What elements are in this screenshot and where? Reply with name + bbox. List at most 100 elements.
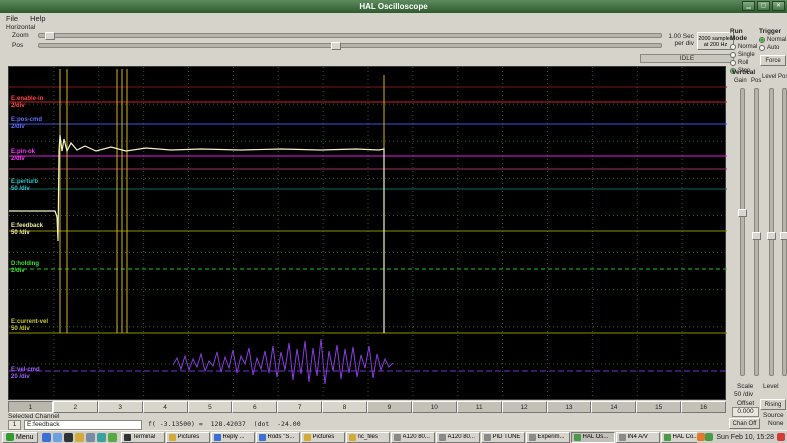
run-mode-normal[interactable]: Normal: [730, 43, 759, 51]
channel-button-1[interactable]: 1: [8, 401, 53, 413]
close-icon[interactable]: ✕: [772, 1, 785, 11]
channel-button-15[interactable]: 15: [636, 401, 682, 413]
channel-button-6[interactable]: 6: [232, 401, 278, 413]
taskbar-window-2[interactable]: Reply ...: [210, 431, 255, 443]
window-icon: [348, 433, 356, 441]
pos-slider-handle[interactable]: [331, 42, 342, 50]
menu-icon: [6, 433, 14, 441]
channel-button-3[interactable]: 3: [97, 401, 143, 413]
vertical-pos-slider[interactable]: [752, 88, 761, 376]
taskbar-window-7[interactable]: A120 80...: [435, 431, 480, 443]
selected-channel-number: 1: [8, 420, 21, 430]
channel-button-13[interactable]: 13: [546, 401, 592, 413]
files-launcher-icon[interactable]: [74, 432, 84, 442]
trigger-level-slider-handle[interactable]: [767, 232, 776, 240]
network-tray-icon[interactable]: [705, 433, 714, 441]
channel-button-2[interactable]: 2: [52, 401, 98, 413]
channel-button-10[interactable]: 10: [411, 401, 457, 413]
radio-icon: [759, 45, 765, 51]
zoom-label: Zoom: [12, 32, 29, 39]
email-launcher-icon[interactable]: [52, 432, 62, 442]
window-icon: [483, 433, 491, 441]
taskbar-window-8[interactable]: PID TUNE: [480, 431, 525, 443]
taskbar-window-3[interactable]: Rods "S...: [255, 431, 300, 443]
radio-icon: [730, 60, 736, 66]
zoom-slider[interactable]: [38, 32, 662, 40]
window-controls: ▁ ▢ ✕: [742, 1, 785, 11]
trigger-level-label: Level: [762, 74, 777, 80]
taskbar-window-10[interactable]: HAL Os...: [570, 431, 615, 443]
trigger-auto[interactable]: Auto: [759, 44, 787, 52]
trigger-pos-slider-handle[interactable]: [780, 232, 787, 240]
window-label: A120 80...: [402, 434, 430, 440]
notifications-tray-icon[interactable]: [777, 433, 785, 441]
titlebar[interactable]: HAL Oscilloscope ▁ ▢ ✕: [0, 0, 787, 13]
channel-name-field[interactable]: E:feedback: [24, 420, 142, 430]
gain-slider[interactable]: [738, 88, 747, 376]
run-mode-roll[interactable]: Roll: [730, 59, 759, 67]
terminal-launcher-icon[interactable]: [63, 432, 73, 442]
menu-help[interactable]: Help: [30, 13, 45, 24]
maximize-icon[interactable]: ▢: [757, 1, 770, 11]
menu-file[interactable]: File: [6, 13, 18, 24]
system-monitor-launcher-icon[interactable]: [96, 432, 106, 442]
offset-label: Offset: [737, 400, 755, 407]
trigger-level-slider[interactable]: [767, 88, 776, 376]
channel-button-5[interactable]: 5: [187, 401, 233, 413]
capture-status-bar: IDLE: [640, 54, 734, 63]
channel-button-4[interactable]: 4: [142, 401, 188, 413]
taskbar-window-0[interactable]: Terminal: [120, 431, 165, 443]
scope-display[interactable]: E:enable-in 2/div E:pos-cmd 2/div E:pin-ok 2/…: [8, 66, 727, 401]
window-label: Rods "S...: [267, 434, 295, 440]
offset-value[interactable]: 0.000: [732, 407, 759, 417]
channel-button-9[interactable]: 9: [367, 401, 412, 413]
window-label: Experim...: [537, 434, 565, 440]
force-trigger-button[interactable]: Force: [760, 55, 786, 66]
taskbar-window-1[interactable]: Pictures: [165, 431, 210, 443]
trigger-pos-slider[interactable]: [780, 88, 787, 376]
radio-label: Roll: [738, 60, 749, 66]
window-title: HAL Oscilloscope: [359, 2, 428, 11]
taskbar-window-6[interactable]: A120 80...: [390, 431, 435, 443]
editor-launcher-icon[interactable]: [85, 432, 95, 442]
trigger-edge-button[interactable]: Rising: [760, 399, 786, 410]
taskbar-window-5[interactable]: nc_files: [345, 431, 390, 443]
updates-tray-icon[interactable]: [697, 433, 706, 441]
channel-button-16[interactable]: 16: [681, 401, 726, 413]
sec-per-div-value: 1.00 Sec: [668, 33, 694, 40]
taskbar-window-12[interactable]: HAL Co...: [660, 431, 698, 443]
channel-button-14[interactable]: 14: [591, 401, 637, 413]
channel-button-12[interactable]: 12: [501, 401, 547, 413]
menu-button-label: Menu: [16, 433, 34, 441]
channel-button-11[interactable]: 11: [456, 401, 502, 413]
vertical-pos-slider-handle[interactable]: [752, 232, 761, 240]
taskbar-window-11[interactable]: IN4 A/V: [615, 431, 660, 443]
samples-rate-button[interactable]: 2000 samples at 200 Hz: [697, 32, 734, 50]
taskbar-window-9[interactable]: Experim...: [525, 431, 570, 443]
window-icon: [168, 433, 176, 441]
window-icon: [393, 433, 401, 441]
gain-slider-handle[interactable]: [738, 209, 747, 218]
vertical-pos-label: Pos: [751, 78, 762, 84]
window-icon: [528, 433, 536, 441]
minimize-icon[interactable]: ▁: [742, 1, 755, 11]
channel-button-8[interactable]: 8: [322, 401, 367, 413]
taskbar-window-4[interactable]: Pictures: [300, 431, 345, 443]
run-mode-single[interactable]: Single: [730, 51, 759, 59]
run-mode-title: Run Mode: [730, 28, 747, 42]
window-label: PID TUNE: [492, 434, 521, 440]
trigger-normal[interactable]: Normal: [759, 36, 787, 44]
scope-canvas: [9, 67, 727, 401]
channel-button-7[interactable]: 7: [277, 401, 323, 413]
sec-per-div-readout: 1.00 Sec per div: [650, 33, 694, 47]
zoom-slider-handle[interactable]: [45, 32, 56, 40]
screenshot-launcher-icon[interactable]: [107, 432, 117, 442]
radio-label: Normal: [767, 37, 787, 43]
scale-label: Scale: [737, 383, 754, 390]
menu-button[interactable]: Menu: [2, 431, 38, 443]
pos-slider[interactable]: [38, 42, 662, 50]
trigger-pos-label: Pos: [778, 74, 787, 80]
window-label: Pictures: [177, 434, 200, 440]
browser-launcher-icon[interactable]: [41, 432, 51, 442]
window-label: IN4 A/V: [627, 434, 648, 440]
